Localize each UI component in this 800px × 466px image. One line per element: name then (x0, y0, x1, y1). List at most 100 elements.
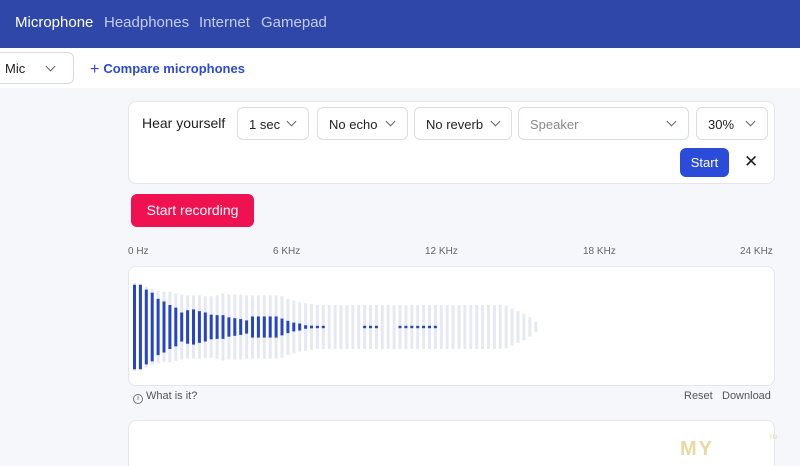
spectrum-level-bar (162, 301, 166, 353)
spectrum-peak-bar (445, 305, 449, 349)
tab-gamepad[interactable]: Gamepad (261, 14, 327, 31)
freq-label-0: 0 Hz (128, 246, 149, 257)
chevron-down-icon (45, 61, 56, 72)
freq-label-6k: 6 KHz (273, 246, 301, 257)
chevron-down-icon (286, 116, 297, 127)
spectrum-peak-bar (457, 305, 461, 349)
freq-label-12k: 12 KHz (425, 246, 458, 257)
reverb-value: No reverb (426, 117, 484, 132)
reverb-select[interactable]: No reverb (414, 107, 512, 140)
spectrum-level-bar (404, 325, 408, 329)
spectrum-level-bar (233, 318, 237, 336)
spectrum-peak-bar (333, 305, 337, 349)
spectrum-peak-bar (534, 321, 538, 333)
close-icon[interactable]: ✕ (744, 152, 760, 172)
tab-internet[interactable]: Internet (199, 14, 250, 31)
output-device-select[interactable]: Speaker (518, 107, 689, 140)
reset-link[interactable]: Reset (684, 390, 713, 402)
watermark-small: ru (770, 432, 778, 441)
chevron-down-icon (745, 116, 756, 127)
spectrum-peak-bar (469, 305, 473, 349)
spectrum-level-bar (221, 315, 225, 339)
what-is-it-link[interactable]: i What is it? (133, 390, 197, 404)
mic-select-value: Mic (5, 61, 26, 76)
spectrum-level-bar (215, 315, 219, 339)
spectrum-peak-bar (481, 305, 485, 349)
spectrum-level-bar (133, 284, 136, 370)
freq-label-18k: 18 KHz (583, 246, 616, 257)
spectrum-level-bar (422, 325, 426, 329)
spectrum-level-bar (268, 316, 272, 338)
watermark-logo: MY (680, 438, 714, 460)
spectrum-peak-bar (351, 305, 355, 349)
tab-headphones[interactable]: Headphones (104, 14, 189, 31)
delay-value: 1 sec (249, 117, 281, 132)
tab-microphone[interactable]: Microphone (15, 14, 93, 31)
spectrum-level-bar (416, 325, 420, 329)
echo-value: No echo (329, 117, 378, 132)
spectrum-level-bar (186, 310, 190, 344)
spectrum-peak-bar (439, 305, 443, 349)
what-is-it-label: What is it? (146, 390, 198, 402)
output-device-placeholder: Speaker (530, 117, 579, 132)
echo-select[interactable]: No echo (317, 107, 408, 140)
spectrum-level-bar (310, 325, 313, 329)
spectrum-level-bar (374, 325, 378, 329)
spectrum-level-bar (262, 316, 266, 338)
spectrum-peak-bar (492, 305, 496, 349)
spectrum-peak-bar (528, 317, 532, 337)
spectrum-panel (128, 266, 775, 386)
info-icon: i (133, 394, 143, 404)
spectrum-level-bar (209, 314, 213, 340)
volume-value: 30% (708, 117, 735, 132)
spectrum-level-bar (138, 284, 142, 370)
spectrum-level-bar (369, 325, 372, 329)
spectrum-peak-bar (345, 305, 349, 349)
start-recording-button[interactable]: Start recording (131, 194, 254, 227)
spectrum-level-bar (433, 325, 437, 329)
spectrum-level-bar (245, 320, 249, 334)
spectrum-peak-bar (504, 305, 508, 349)
spectrum-peak-bar (380, 305, 384, 349)
compare-label: Compare microphones (103, 61, 245, 76)
spectrum-level-bar (197, 311, 201, 343)
spectrum-level-bar (239, 319, 243, 335)
spectrum-peak-bar (510, 308, 514, 346)
spectrum-level-bar (410, 325, 414, 329)
spectrum-level-bar (150, 292, 154, 362)
volume-select[interactable]: 30% (696, 107, 768, 140)
start-button[interactable]: Start (680, 148, 729, 177)
mic-select[interactable]: Mic (0, 52, 74, 84)
spectrum-level-bar (256, 316, 260, 338)
spectrum-level-bar (304, 325, 308, 329)
spectrum-level-bar (298, 323, 302, 331)
spectrum-level-bar (156, 298, 160, 356)
spectrum-level-bar (251, 316, 254, 338)
spectrum-level-bar (180, 312, 184, 342)
spectrum-level-bar (192, 309, 195, 345)
download-link[interactable]: Download (722, 390, 771, 402)
spectrum-level-bar (321, 325, 325, 329)
delay-select[interactable]: 1 sec (237, 107, 309, 140)
spectrum-peak-bar (392, 305, 396, 349)
lower-card (128, 420, 775, 466)
spectrum-bars (133, 283, 538, 371)
spectrum-peak-bar (339, 305, 343, 349)
spectrum-level-bar (227, 317, 231, 337)
spectrum-peak-bar (463, 305, 467, 349)
spectrum-peak-bar (386, 305, 390, 349)
spectrum-level-bar (292, 322, 296, 332)
chevron-down-icon (385, 116, 396, 127)
spectrum-level-bar (315, 325, 319, 329)
hear-yourself-label: Hear yourself (142, 115, 226, 131)
spectrum-peak-bar (475, 305, 479, 349)
spectrum-peak-bar (487, 305, 490, 349)
top-nav: Microphone Headphones Internet Gamepad (0, 0, 800, 48)
spectrum-level-bar (428, 325, 431, 329)
chevron-down-icon (666, 116, 677, 127)
compare-microphones-link[interactable]: + Compare microphones (90, 60, 245, 78)
spectrum-level-bar (203, 312, 207, 342)
plus-icon: + (90, 61, 100, 78)
spectrum-level-bar (286, 320, 290, 334)
spectrum-peak-bar (357, 305, 361, 349)
